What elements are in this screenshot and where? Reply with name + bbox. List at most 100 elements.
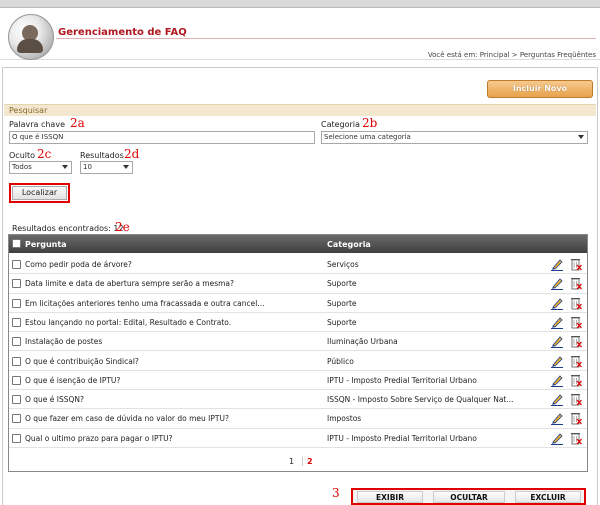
row-question[interactable]: Instalação de postes	[25, 337, 325, 346]
hide-button[interactable]: OCULTAR	[433, 491, 505, 503]
row-checkbox[interactable]	[12, 317, 21, 327]
row-question[interactable]: O que é contribuição Sindical?	[25, 357, 325, 366]
annotation-2a: 2a	[70, 116, 85, 130]
table-row: Como pedir poda de árvore? Serviços	[9, 255, 587, 275]
row-category: Suporte	[327, 317, 357, 327]
add-new-button[interactable]: Incluir Novo	[487, 80, 593, 98]
delete-trash-icon[interactable]	[570, 257, 582, 271]
delete-trash-icon[interactable]	[570, 315, 582, 329]
edit-pencil-icon[interactable]	[551, 432, 563, 445]
chevron-down-icon	[123, 165, 129, 169]
table-row: O que fazer em caso de dúvida no valor d…	[9, 409, 587, 429]
row-category: Público	[327, 356, 354, 366]
row-checkbox[interactable]	[12, 337, 21, 347]
table-row: Em licitações anteriores tenho uma fraca…	[9, 294, 587, 313]
keyword-label: Palavra chave	[9, 120, 65, 129]
delete-trash-icon[interactable]	[570, 411, 582, 425]
category-label: Categoria	[321, 120, 360, 129]
hidden-select[interactable]: Todos	[9, 161, 72, 174]
table-row: Qual o ultimo prazo para pagar o IPTU? I…	[9, 429, 587, 448]
table-header: Pergunta Categoria	[9, 235, 587, 253]
results-per-page-select[interactable]: 10	[80, 161, 133, 174]
row-question[interactable]: Em licitações anteriores tenho uma fraca…	[25, 299, 325, 308]
row-checkbox[interactable]	[12, 356, 21, 366]
results-count-label: Resultados encontrados:	[12, 224, 111, 233]
delete-trash-icon[interactable]	[570, 431, 582, 445]
delete-trash-icon[interactable]	[570, 334, 582, 348]
edit-pencil-icon[interactable]	[551, 258, 563, 271]
pagination: 1 2	[9, 451, 587, 471]
delete-trash-icon[interactable]	[570, 296, 582, 310]
annotation-2c: 2c	[37, 147, 52, 161]
category-select-value: Selecione uma categoria	[324, 133, 411, 141]
search-section-title: Pesquisar	[4, 104, 596, 116]
page-1-link[interactable]: 1	[289, 457, 294, 466]
row-question[interactable]: Data limite e data de abertura sempre se…	[25, 279, 325, 288]
hidden-label: Oculto	[9, 151, 36, 160]
row-category: Suporte	[327, 298, 357, 308]
results-per-page-value: 10	[83, 163, 92, 171]
edit-pencil-icon[interactable]	[551, 297, 563, 310]
breadcrumb: Você está em: Principal > Perguntas Freq…	[427, 51, 596, 59]
edit-pencil-icon[interactable]	[551, 393, 563, 407]
edit-pencil-icon[interactable]	[551, 355, 563, 368]
search-button[interactable]: Localizar	[12, 186, 67, 200]
row-category: Serviços	[327, 260, 359, 269]
row-checkbox[interactable]	[12, 433, 21, 443]
bulk-actions-bar: EXIBIR OCULTAR EXCLUIR	[351, 488, 586, 505]
delete-trash-icon[interactable]	[570, 392, 582, 406]
row-question[interactable]: Qual o ultimo prazo para pagar o IPTU?	[25, 434, 325, 443]
table-row: O que é ISSQN? ISSQN - Imposto Sobre Ser…	[9, 390, 587, 410]
row-category: IPTU - Imposto Predial Territorial Urban…	[327, 433, 477, 443]
row-question[interactable]: O que fazer em caso de dúvida no valor d…	[25, 414, 325, 423]
hidden-select-value: Todos	[12, 163, 32, 171]
row-checkbox[interactable]	[12, 414, 21, 424]
row-question[interactable]: O que é ISSQN?	[25, 395, 325, 404]
table-row: Data limite e data de abertura sempre se…	[9, 274, 587, 294]
edit-pencil-icon[interactable]	[551, 374, 563, 387]
table-row: O que é isenção de IPTU? IPTU - Imposto …	[9, 371, 587, 391]
table-row: Instalação de postes Iluminação Urbana	[9, 332, 587, 352]
row-category: ISSQN - Imposto Sobre Serviço de Qualque…	[327, 395, 514, 405]
delete-trash-icon[interactable]	[570, 373, 582, 387]
delete-trash-icon[interactable]	[570, 354, 582, 368]
row-question[interactable]: Estou lançando no portal: Edital, Result…	[25, 318, 325, 327]
show-button[interactable]: EXIBIR	[357, 491, 423, 503]
row-category: IPTU - Imposto Predial Territorial Urban…	[327, 375, 477, 385]
annotation-2e: 2e	[115, 220, 130, 234]
faq-table: Pergunta Categoria Como pedir poda de ár…	[8, 234, 588, 472]
page-2-link[interactable]: 2	[302, 457, 313, 466]
row-checkbox[interactable]	[12, 298, 21, 308]
edit-pencil-icon[interactable]	[551, 335, 563, 349]
annotation-2b: 2b	[362, 116, 378, 130]
row-category: Iluminação Urbana	[327, 337, 398, 347]
column-category[interactable]: Categoria	[327, 240, 371, 249]
table-row: O que é contribuição Sindical? Público	[9, 352, 587, 371]
edit-pencil-icon[interactable]	[551, 277, 563, 291]
results-count: Resultados encontrados: 12	[12, 224, 124, 233]
delete-trash-icon[interactable]	[570, 276, 582, 290]
row-checkbox[interactable]	[12, 260, 21, 269]
row-category: Suporte	[327, 279, 357, 289]
edit-pencil-icon[interactable]	[551, 316, 563, 329]
row-question[interactable]: O que é isenção de IPTU?	[25, 376, 325, 385]
page-title: Gerenciamento de FAQ	[58, 27, 187, 38]
chevron-down-icon	[578, 135, 584, 139]
faq-logo-icon	[8, 14, 54, 60]
row-question[interactable]: Como pedir poda de árvore?	[25, 260, 325, 269]
row-checkbox[interactable]	[12, 279, 21, 289]
table-row: Estou lançando no portal: Edital, Result…	[9, 313, 587, 333]
annotation-2d: 2d	[124, 147, 140, 161]
select-all-checkbox[interactable]	[12, 239, 21, 248]
edit-pencil-icon[interactable]	[551, 412, 563, 426]
column-question[interactable]: Pergunta	[25, 240, 67, 249]
chevron-down-icon	[62, 165, 68, 169]
category-select[interactable]: Selecione uma categoria	[321, 131, 588, 144]
delete-button[interactable]: EXCLUIR	[515, 491, 581, 503]
keyword-input[interactable]: O que é ISSQN	[9, 131, 315, 144]
top-bar	[0, 0, 600, 8]
row-checkbox[interactable]	[12, 395, 21, 405]
row-checkbox[interactable]	[12, 375, 21, 385]
row-category: Impostos	[327, 414, 362, 424]
title-divider	[56, 38, 596, 39]
